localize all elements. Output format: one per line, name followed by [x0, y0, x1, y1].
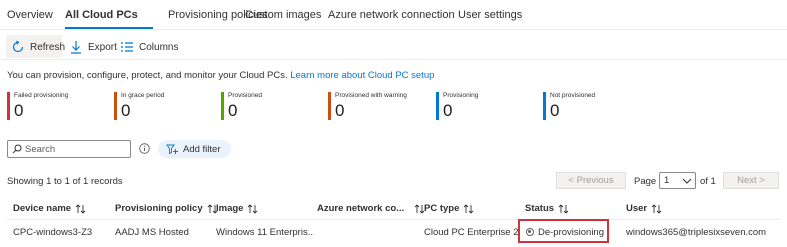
columns-button[interactable]: Columns	[120, 39, 178, 55]
column-header-image[interactable]: Image	[216, 203, 258, 214]
page-select-value: 1	[664, 175, 670, 186]
page-label: Page	[634, 176, 657, 187]
tab-bar: Overview All Cloud PCs Provisioning poli…	[0, 0, 787, 30]
search-input[interactable]	[25, 143, 125, 156]
tab-all-cloud-pcs[interactable]: All Cloud PCs	[65, 9, 138, 21]
add-filter-button[interactable]: Add filter	[158, 140, 231, 158]
deprovisioning-status-icon	[526, 228, 534, 236]
tile-label: Provisioned	[228, 92, 262, 99]
refresh-label: Refresh	[30, 41, 66, 53]
column-label: Status	[525, 203, 555, 214]
records-summary: Showing 1 to 1 of 1 records	[7, 176, 123, 187]
search-icon	[12, 144, 22, 154]
active-tab-indicator	[65, 27, 153, 29]
sort-icon	[464, 203, 474, 214]
refresh-icon	[12, 40, 24, 53]
tile-label: Provisioning	[443, 92, 479, 99]
add-filter-icon	[166, 144, 178, 154]
cell-user: windows365@triplesixseven.com	[626, 227, 767, 238]
tile-color-bar	[328, 92, 331, 120]
tile-label: In grace period	[121, 92, 165, 99]
column-header-provisioning-policy[interactable]: Provisioning policy	[115, 203, 218, 214]
header-divider	[7, 219, 780, 220]
column-label: Azure network co...	[317, 203, 405, 214]
tile-label: Provisioned with warning	[335, 92, 407, 99]
cell-device-name[interactable]: CPC-windows3-Z3	[13, 227, 111, 238]
download-icon	[71, 41, 81, 54]
tab-user-settings[interactable]: User settings	[458, 9, 522, 21]
cell-status: De-provisioning	[538, 227, 605, 238]
column-header-status[interactable]: Status	[525, 203, 569, 214]
cell-provisioning-policy: AADJ MS Hosted	[115, 227, 189, 238]
sort-icon	[558, 203, 569, 214]
tile-count: 0	[550, 101, 560, 120]
toolbar: Refresh Export Columns	[0, 34, 787, 60]
add-filter-label: Add filter	[183, 143, 221, 155]
tab-overview[interactable]: Overview	[7, 9, 53, 21]
column-label: User	[626, 203, 648, 214]
column-label: Device name	[13, 203, 72, 214]
tile-color-bar	[436, 92, 439, 120]
cell-pc-type: Cloud PC Enterprise 2v...	[424, 227, 519, 238]
search-box[interactable]	[7, 140, 131, 158]
export-button[interactable]: Export	[69, 39, 117, 55]
tile-label: Not provisioned	[550, 92, 596, 99]
column-label: Provisioning policy	[115, 203, 203, 214]
chevron-down-icon	[682, 178, 692, 184]
export-label: Export	[88, 41, 117, 53]
columns-label: Columns	[139, 41, 179, 53]
tab-azure-network-connection[interactable]: Azure network connection	[328, 9, 455, 21]
tile-count: 0	[335, 101, 345, 120]
next-page-button[interactable]: Next >	[723, 172, 779, 189]
tile-count: 0	[443, 101, 453, 120]
sort-icon	[248, 203, 258, 214]
tile-count: 0	[14, 101, 24, 120]
info-icon[interactable]	[139, 143, 150, 154]
intro-description: You can provision, configure, protect, a…	[7, 70, 291, 81]
tile-count: 0	[228, 101, 238, 120]
column-header-pc-type[interactable]: PC type	[424, 203, 474, 214]
tile-color-bar	[114, 92, 117, 120]
tile-label: Failed provisioning	[14, 92, 69, 99]
column-label: Image	[216, 203, 244, 214]
columns-icon	[121, 42, 133, 52]
cell-image: Windows 11 Enterpris...	[216, 227, 314, 238]
learn-more-link[interactable]: Learn more about Cloud PC setup	[290, 70, 434, 81]
column-label: PC type	[424, 203, 460, 214]
tile-color-bar	[221, 92, 224, 120]
tile-count: 0	[121, 101, 131, 120]
intro-text: You can provision, configure, protect, a…	[7, 70, 434, 81]
tile-color-bar	[543, 92, 546, 120]
column-header-azure-network-connection[interactable]: Azure network co...	[317, 203, 425, 214]
tab-custom-images[interactable]: Custom images	[245, 9, 321, 21]
column-header-device-name[interactable]: Device name	[13, 203, 86, 214]
sort-icon	[75, 203, 86, 214]
previous-page-button[interactable]: < Previous	[556, 172, 626, 189]
column-header-user[interactable]: User	[626, 203, 662, 214]
page-select[interactable]: 1	[659, 172, 696, 189]
refresh-button[interactable]: Refresh	[11, 39, 65, 55]
sort-icon	[651, 203, 662, 214]
page-count-label: of 1	[700, 176, 716, 187]
tile-color-bar	[7, 92, 10, 120]
